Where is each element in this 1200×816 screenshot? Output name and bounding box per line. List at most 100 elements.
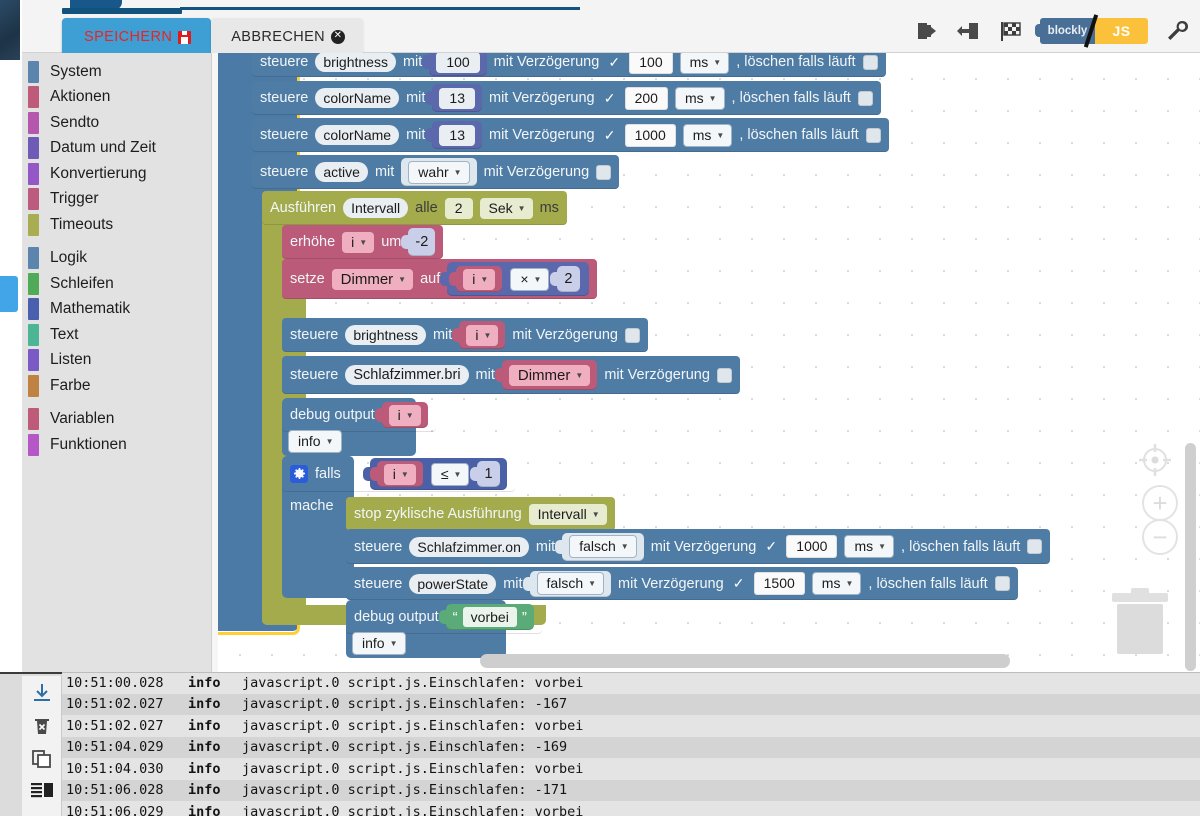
table-row[interactable]: steuere Schlafzimmer.on mit falsch▼ mit … xyxy=(346,529,1050,564)
text-field[interactable]: vorbei xyxy=(463,607,517,627)
value-number-block[interactable]: 2 xyxy=(557,266,579,292)
severity-dropdown[interactable]: info▼ xyxy=(288,430,342,453)
table-row[interactable]: 10:51:04.030 info javascript.0 script.js… xyxy=(62,758,1200,780)
stop-interval-block[interactable]: stop zyklische Ausführung Intervall▼ xyxy=(346,497,615,531)
clear-running-checkbox[interactable] xyxy=(1027,539,1042,554)
table-row[interactable]: 10:51:00.028 info javascript.0 script.js… xyxy=(62,672,1200,694)
interval-every-field[interactable]: 2 xyxy=(445,198,473,219)
table-row[interactable]: steuere powerState mit falsch▼ mit Verzö… xyxy=(346,567,1018,600)
log-table[interactable]: 10:51:00.028 info javascript.0 script.js… xyxy=(62,672,1200,816)
delay-checkbox[interactable]: ✓ xyxy=(602,90,618,106)
delay-checkbox[interactable]: ✓ xyxy=(731,576,747,592)
sidebar-item-trigger[interactable]: Trigger xyxy=(22,187,211,213)
zoom-out-button[interactable]: − xyxy=(1142,519,1178,555)
table-row[interactable]: steuere colorName mit 13 mit Verzögerung… xyxy=(252,81,881,115)
sidebar-item-farbe[interactable]: Farbe xyxy=(22,373,211,399)
sidebar-item-listen[interactable]: Listen xyxy=(22,348,211,374)
table-row[interactable]: 10:51:06.029 info javascript.0 script.js… xyxy=(62,801,1200,816)
object-field[interactable]: colorName xyxy=(315,88,399,108)
export-icon[interactable] xyxy=(914,18,940,44)
sidebar-item-variablen[interactable]: Variablen xyxy=(22,407,211,433)
variable-get-block[interactable]: i▼ xyxy=(377,461,423,487)
table-row[interactable]: steuere brightness mit 100 mit Verzögeru… xyxy=(252,53,886,77)
zoom-in-button[interactable]: + xyxy=(1142,485,1178,521)
table-row[interactable]: steuere active mit wahr▼ mit Verzögerung xyxy=(252,155,619,189)
delay-checkbox[interactable] xyxy=(717,368,732,383)
interval-header[interactable]: Ausführen Intervall alle 2 Sek▼ ms xyxy=(262,191,567,225)
increment-block[interactable]: erhöhe i▼ um -2 xyxy=(282,225,443,259)
variable-get-block[interactable]: i▼ xyxy=(459,321,505,349)
cancel-button[interactable]: ABBRECHEN xyxy=(211,18,363,56)
sidebar-collapse-handle[interactable] xyxy=(0,276,18,312)
boolean-dropdown[interactable]: falsch▼ xyxy=(569,535,637,558)
variable-dropdown[interactable]: i▼ xyxy=(342,232,374,253)
unit-dropdown[interactable]: ms▼ xyxy=(812,572,862,595)
mutator-gear-icon[interactable] xyxy=(290,465,308,483)
unit-dropdown[interactable]: ms▼ xyxy=(683,124,733,147)
table-row[interactable]: 10:51:06.028 info javascript.0 script.js… xyxy=(62,780,1200,802)
delay-checkbox[interactable]: ✓ xyxy=(606,54,622,70)
object-field[interactable]: brightness xyxy=(345,325,426,345)
object-field[interactable]: colorName xyxy=(315,125,399,145)
severity-dropdown[interactable]: info▼ xyxy=(352,632,406,655)
comparison-block[interactable]: i▼ ≤▼ 1 xyxy=(370,458,507,490)
delay-field[interactable]: 200 xyxy=(625,87,668,110)
value-number-block[interactable]: 13 xyxy=(432,84,482,112)
save-button[interactable]: SPEICHERN xyxy=(62,18,211,56)
number-field[interactable]: -2 xyxy=(415,234,428,250)
table-row[interactable]: steuere Schlafzimmer.bri mit Dimmer▼ mit… xyxy=(282,356,740,394)
object-field[interactable]: Schlafzimmer.bri xyxy=(345,365,468,385)
sidebar-item-timeouts[interactable]: Timeouts xyxy=(22,212,211,238)
unit-dropdown[interactable]: ms▼ xyxy=(844,535,894,558)
number-field[interactable]: 2 xyxy=(564,271,572,287)
sidebar-item-sendto[interactable]: Sendto xyxy=(22,110,211,136)
operator-dropdown[interactable]: ×▼ xyxy=(510,268,549,291)
clear-running-checkbox[interactable] xyxy=(995,576,1010,591)
sidebar-item-text[interactable]: Text xyxy=(22,322,211,348)
table-row[interactable]: 10:51:04.029 info javascript.0 script.js… xyxy=(62,737,1200,759)
arithmetic-block[interactable]: i▼ ×▼ 2 xyxy=(447,262,588,296)
trash-can-icon[interactable] xyxy=(1112,588,1168,650)
value-number-block[interactable]: 100 xyxy=(429,53,486,76)
table-row[interactable]: steuere colorName mit 13 mit Verzögerung… xyxy=(252,118,889,152)
delay-field[interactable]: 1500 xyxy=(754,572,805,595)
delay-field[interactable]: 1000 xyxy=(786,535,837,558)
number-field[interactable]: 13 xyxy=(439,88,475,109)
set-variable-block[interactable]: setze Dimmer▼ auf i▼ ×▼ 2 xyxy=(282,259,597,299)
value-number-block[interactable]: -2 xyxy=(408,228,435,256)
variable-dropdown[interactable]: i▼ xyxy=(463,269,495,290)
boolean-dropdown[interactable]: wahr▼ xyxy=(408,161,469,184)
boolean-dropdown[interactable]: falsch▼ xyxy=(537,572,605,595)
workspace-horizontal-scrollbar[interactable] xyxy=(480,654,1010,668)
log-layout-icon[interactable] xyxy=(30,778,54,802)
delay-field[interactable]: 100 xyxy=(629,53,672,74)
copy-log-icon[interactable] xyxy=(30,746,54,770)
interval-name-field[interactable]: Intervall xyxy=(343,198,408,218)
clear-running-checkbox[interactable] xyxy=(863,55,878,70)
interval-name-dropdown[interactable]: Intervall▼ xyxy=(529,504,607,525)
sidebar-item-konvertierung[interactable]: Konvertierung xyxy=(22,161,211,187)
clear-running-checkbox[interactable] xyxy=(866,128,881,143)
variable-get-block[interactable]: i▼ xyxy=(382,402,428,428)
debug-output-text-block[interactable]: debug output “ vorbei ” info▼ xyxy=(346,600,506,658)
sidebar-item-logik[interactable]: Logik xyxy=(22,246,211,272)
variable-get-block[interactable]: i▼ xyxy=(456,266,502,292)
blockly-workspace[interactable]: steuere brightness mit 100 mit Verzögeru… xyxy=(218,53,1200,672)
wrench-icon[interactable] xyxy=(1164,18,1190,44)
import-icon[interactable] xyxy=(956,18,982,44)
table-row[interactable]: 10:51:02.027 info javascript.0 script.js… xyxy=(62,715,1200,737)
value-boolean-block[interactable]: falsch▼ xyxy=(530,571,612,597)
number-field[interactable]: 1 xyxy=(484,466,492,482)
variable-dropdown[interactable]: i▼ xyxy=(466,325,498,346)
workspace-vertical-scrollbar[interactable] xyxy=(1185,443,1196,671)
value-boolean-block[interactable]: falsch▼ xyxy=(562,533,644,561)
variable-dropdown[interactable]: i▼ xyxy=(384,464,416,485)
variable-dropdown[interactable]: Dimmer▼ xyxy=(332,269,413,290)
text-literal-block[interactable]: “ vorbei ” xyxy=(446,604,534,630)
variable-get-block[interactable]: Dimmer▼ xyxy=(502,360,597,390)
comparison-operator-dropdown[interactable]: ≤▼ xyxy=(431,463,470,486)
sidebar-item-datum-und-zeit[interactable]: Datum und Zeit xyxy=(22,136,211,162)
table-row[interactable]: 10:51:02.027 info javascript.0 script.js… xyxy=(62,694,1200,716)
clear-running-checkbox[interactable] xyxy=(858,91,873,106)
delay-checkbox[interactable] xyxy=(596,165,611,180)
